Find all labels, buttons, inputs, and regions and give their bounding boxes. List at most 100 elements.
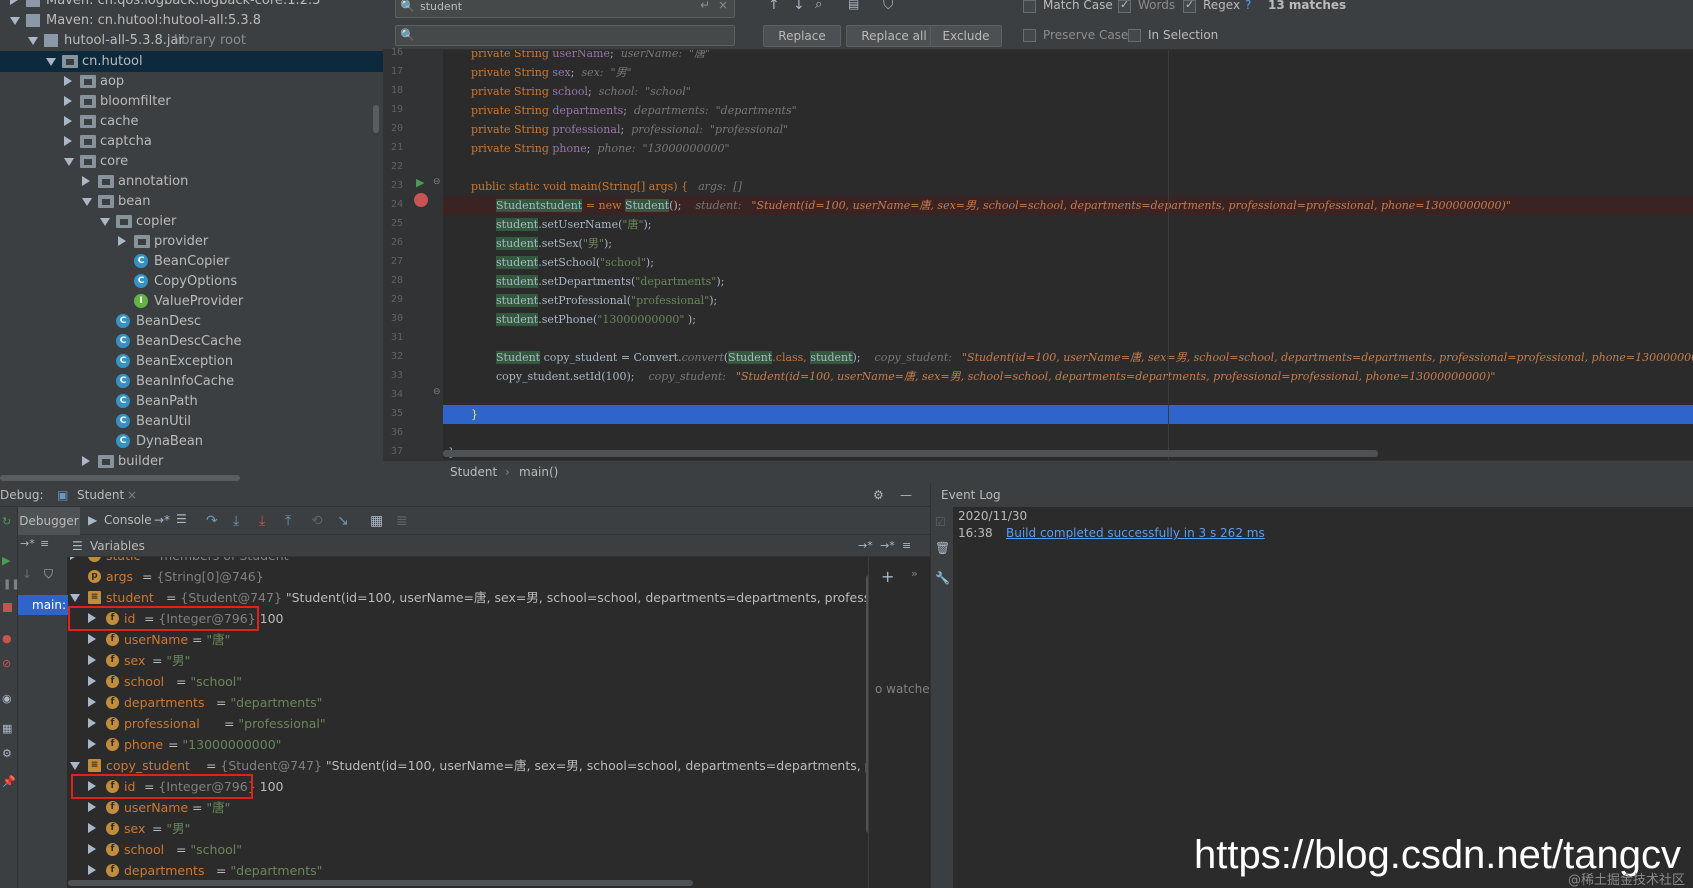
vars-restore-icon[interactable]: →* [858, 535, 873, 557]
regex-checkbox[interactable] [1183, 0, 1196, 13]
code-editor[interactable]: private String userName; userName: "唐" pr… [443, 50, 1693, 460]
words-checkbox[interactable] [1118, 0, 1131, 13]
variable-row[interactable]: ≡ student = {Student@747} "Student(id=100… [68, 587, 868, 608]
prev-match-icon[interactable]: ↑ [768, 0, 780, 13]
vars-menu-icon[interactable]: ≡ [902, 535, 911, 557]
collapse-arrow-icon[interactable] [82, 176, 90, 186]
collapse-arrow-icon[interactable] [10, 0, 18, 5]
collapse-arrow-icon[interactable] [64, 116, 72, 126]
collapse-arrow-icon[interactable] [118, 236, 126, 246]
collapse-arrow-icon[interactable] [88, 697, 96, 707]
build-message-link[interactable]: Build completed successfully in 3 s 262 … [1006, 526, 1265, 540]
restore-layout-icon[interactable]: →* [154, 513, 170, 527]
select-all-occurrences-icon[interactable]: ▤ [848, 0, 859, 11]
tree-scrollbar[interactable] [373, 105, 379, 133]
tree-item[interactable]: hutool-all-5.3.8.jar library root [0, 30, 383, 51]
variable-row[interactable]: f sex = "男" [68, 650, 868, 671]
trace-icon[interactable]: ≣ [396, 513, 408, 529]
drop-frame-icon[interactable]: ⟲ [311, 513, 323, 529]
step-into-icon[interactable]: ⤓ [233, 513, 239, 529]
step-over-icon[interactable]: ↷ [206, 513, 218, 529]
match-case-checkbox[interactable] [1023, 0, 1036, 13]
collapse-arrow-icon[interactable] [82, 456, 90, 466]
expand-arrow-icon[interactable] [100, 218, 110, 226]
tree-item[interactable]: copier [0, 211, 383, 232]
preserve-case-checkbox[interactable] [1023, 29, 1036, 42]
variables-tree[interactable]: sstatic members of Student pargs = {String… [68, 557, 868, 888]
trash-icon[interactable]: 🗑 [935, 541, 950, 555]
tab-debugger[interactable]: Debugger [18, 507, 80, 535]
settings-icon[interactable]: ⚙ [2, 747, 12, 760]
filter-frames-icon[interactable]: ⛉ [44, 567, 53, 582]
minimize-icon[interactable]: — [900, 483, 912, 507]
collapse-arrow-icon[interactable] [88, 739, 96, 749]
regex-help-link[interactable]: ? [1245, 0, 1251, 12]
exclude-button[interactable]: Exclude [930, 25, 1002, 47]
tab-console[interactable]: Console [104, 513, 152, 527]
expand-arrow-icon[interactable] [70, 762, 80, 770]
tree-item[interactable]: C BeanCopier [0, 251, 383, 272]
frames-menu-icon[interactable]: ☰ [176, 512, 187, 526]
collapse-arrow-icon[interactable] [88, 802, 96, 812]
tree-item[interactable]: cn.hutool [0, 51, 383, 72]
variable-row[interactable]: f school = "school" [68, 671, 868, 692]
variable-row[interactable]: f userName = "唐" [68, 629, 868, 650]
variable-row[interactable]: f professional = "professional" [68, 713, 868, 734]
collapse-arrow-icon[interactable] [88, 844, 96, 854]
tree-item[interactable]: Maven: cn.hutool:hutool-all:5.3.8 [0, 10, 383, 31]
more-icon[interactable]: » [911, 567, 918, 580]
breadcrumb-class[interactable]: Student [450, 461, 497, 483]
run-icon[interactable]: ▶ [416, 176, 424, 189]
tree-item[interactable]: I ValueProvider [0, 291, 383, 312]
replace-button[interactable]: Replace [763, 25, 841, 47]
editor-hscrollbar[interactable] [443, 450, 1378, 457]
collapse-arrow-icon[interactable] [88, 718, 96, 728]
add-watch-icon[interactable]: + [881, 567, 894, 586]
tree-item[interactable]: C BeanInfoCache [0, 371, 383, 392]
newline-icon[interactable]: ↵ [700, 0, 710, 12]
variable-row[interactable]: f userName = "唐" [68, 797, 868, 818]
variable-row[interactable]: p args = {String[0]@746} [68, 566, 868, 587]
tree-item[interactable]: C BeanUtil [0, 411, 383, 432]
replace-input[interactable]: 🔍 [395, 25, 735, 46]
tree-item[interactable]: bean [0, 191, 383, 212]
tab-student[interactable]: Student [77, 483, 124, 507]
expand-arrow-icon[interactable] [10, 17, 20, 25]
search-input[interactable]: 🔍 student ↵ × [395, 0, 735, 18]
filter-icon[interactable]: ⛉ [883, 0, 894, 13]
tree-item[interactable]: bloomfilter [0, 91, 383, 112]
variables-hscrollbar[interactable] [68, 880, 693, 886]
variable-row[interactable]: f id = {Integer@796} 100 [68, 774, 868, 799]
in-selection-checkbox[interactable] [1128, 29, 1141, 42]
replace-all-button[interactable]: Replace all [846, 25, 942, 47]
fold-icon[interactable]: ⊖ [433, 177, 441, 187]
variable-row[interactable]: f phone = "13000000000" [68, 734, 868, 755]
camera-icon[interactable]: ◉ [2, 692, 12, 705]
collapse-arrow-icon[interactable] [88, 655, 96, 665]
tree-item[interactable]: aop [0, 71, 383, 92]
collapse-arrow-icon[interactable] [64, 76, 72, 86]
tree-item[interactable]: provider [0, 231, 383, 252]
collapse-arrow-icon[interactable] [88, 865, 96, 875]
tree-item[interactable]: C BeanPath [0, 391, 383, 412]
variable-row[interactable]: f sex = "男" [68, 818, 868, 839]
gear-icon[interactable]: ⚙ [873, 483, 884, 507]
layout-icon[interactable]: ▦ [2, 722, 12, 735]
mark-read-icon[interactable]: ☑ [935, 515, 946, 529]
tree-item[interactable]: annotation [0, 171, 383, 192]
variable-row[interactable]: ≡ copy_student = {Student@747} "Student(i… [68, 755, 868, 776]
mute-breakpoints-icon[interactable]: ⊘ [2, 657, 11, 670]
view-breakpoints-icon[interactable]: ● [2, 632, 12, 645]
expand-arrow-icon[interactable] [82, 198, 92, 206]
collapse-arrow-icon[interactable] [64, 96, 72, 106]
pin-icon[interactable]: 📌 [2, 775, 16, 788]
variable-row[interactable]: f departments = "departments" [68, 692, 868, 713]
tree-item[interactable]: C BeanDesc [0, 311, 383, 332]
tree-item[interactable]: core [0, 151, 383, 172]
stop-icon[interactable] [3, 603, 12, 612]
clear-icon[interactable]: × [718, 0, 728, 12]
close-icon[interactable]: × [127, 483, 137, 507]
rerun-icon[interactable]: ↻ [2, 515, 11, 528]
tree-item[interactable]: C DynaBean [0, 431, 383, 452]
find-all-icon[interactable]: ⌕ [815, 0, 822, 12]
